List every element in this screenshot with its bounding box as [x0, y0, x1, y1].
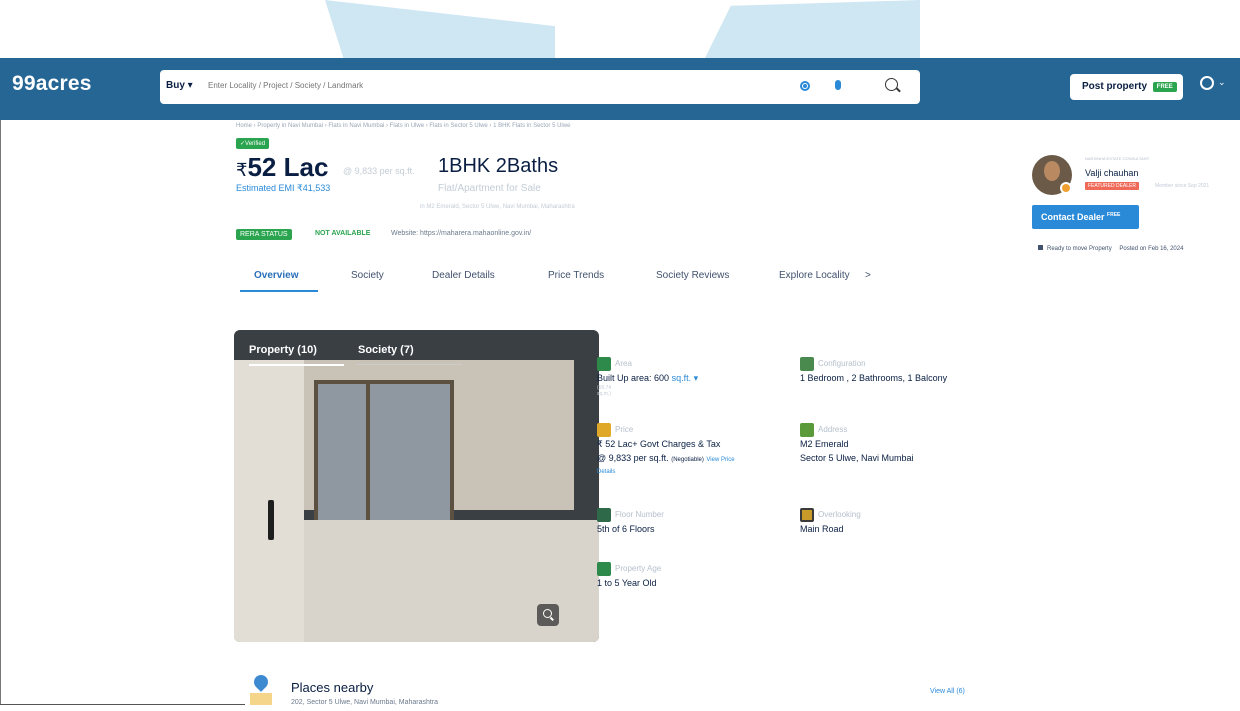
tab-society[interactable]: Society	[351, 270, 384, 281]
address-line-2: Sector 5 Ulwe, Navi Mumbai	[800, 453, 914, 463]
microphone-icon[interactable]	[835, 80, 841, 90]
configuration-value: 1 Bedroom , 2 Bathrooms, 1 Balcony	[800, 373, 948, 383]
places-nearby-address: 202, Sector 5 Ulwe, Navi Mumbai, Maharas…	[291, 699, 439, 706]
posted-date: Posted on Feb 16, 2024	[1119, 246, 1184, 252]
contact-dealer-button[interactable]: Contact Dealer FREE	[1032, 205, 1139, 229]
stairs-icon	[597, 508, 611, 522]
price-tag-icon	[597, 423, 611, 437]
tabs-next-arrow[interactable]: >	[865, 270, 871, 281]
signpost-icon	[800, 423, 814, 437]
zoom-icon[interactable]	[537, 604, 559, 626]
verified-badge: ✓Verified	[236, 138, 270, 149]
overlooking-label: Overlooking	[818, 510, 861, 519]
tab-explore-locality[interactable]: Explore Locality	[779, 270, 850, 281]
price-rate: @ 9,833 per sq.ft. (Negotiable) View Pri…	[597, 453, 735, 463]
room-door	[234, 360, 304, 642]
gallery-tab-society[interactable]: Society (7)	[358, 344, 414, 356]
tab-dealer-details[interactable]: Dealer Details	[432, 270, 495, 281]
property-status-row: Ready to move Property Posted on Feb 16,…	[1038, 245, 1183, 252]
breadcrumb[interactable]: Home › Property in Navi Mumbai › Flats i…	[236, 123, 570, 129]
address-line-1: M2 Emerald	[800, 439, 849, 449]
search-bar: Buy ▾	[160, 70, 920, 104]
location-icon[interactable]	[800, 81, 810, 91]
property-type: Flat/Apartment for Sale	[438, 183, 541, 194]
rera-status-value: NOT AVAILABLE	[315, 230, 371, 237]
user-icon[interactable]	[1200, 76, 1214, 90]
floor-label: Floor Number	[615, 510, 664, 519]
dealer-member-since: Member since Sep 2021	[1155, 183, 1210, 189]
post-property-label: Post property	[1082, 81, 1148, 92]
contact-dealer-label: Contact Dealer	[1041, 212, 1105, 222]
property-age-label: Property Age	[615, 564, 662, 573]
door-handle	[268, 500, 274, 540]
places-nearby-title: Places nearby	[291, 680, 374, 695]
ready-to-move: Ready to move Property	[1047, 246, 1112, 252]
free-badge: FREE	[1152, 82, 1177, 92]
area-sub: (55.74 sq.m.)	[597, 385, 612, 397]
currency-symbol: ₹	[236, 160, 248, 180]
map-pin-icon	[250, 675, 272, 705]
contact-free-badge: FREE	[1107, 212, 1121, 218]
price-detail-value: ₹ 52 Lac+ Govt Charges & Tax	[597, 439, 721, 449]
tab-society-reviews[interactable]: Society Reviews	[656, 270, 729, 281]
view-price-details-link-2[interactable]: Details	[597, 469, 615, 475]
featured-dealer-badge: FEATURED DEALER	[1085, 182, 1139, 190]
floor-value: 5th of 6 Floors	[597, 524, 655, 534]
header-decoration-right	[705, 0, 920, 58]
emi-link[interactable]: Estimated EMI ₹41,533	[236, 183, 330, 194]
listing-config: 1BHK 2Baths	[438, 155, 559, 177]
gallery-active-underline	[249, 364, 344, 366]
dealer-name[interactable]: Valji chauhan	[1085, 168, 1138, 178]
listing-price: ₹52 Lac	[236, 152, 328, 183]
area-icon	[597, 357, 611, 371]
address-label: Address	[818, 425, 848, 434]
gallery-tab-divider	[356, 364, 462, 365]
buy-dropdown[interactable]: Buy ▾	[166, 80, 193, 91]
area-unit-dropdown[interactable]: sq.ft. ▾	[672, 373, 699, 383]
chevron-down-icon[interactable]: ⌄	[1218, 77, 1226, 88]
rera-website: Website: https://maharera.mahaonline.gov…	[391, 230, 532, 237]
header-decoration-left	[325, 0, 555, 58]
rera-status-badge[interactable]: RERA STATUS	[236, 229, 292, 240]
tab-price-trends[interactable]: Price Trends	[548, 270, 604, 281]
page-bottom-border	[0, 704, 245, 705]
page-left-border	[0, 120, 1, 705]
price-value: 52 Lac	[247, 152, 329, 182]
overlooking-value: Main Road	[800, 524, 844, 534]
calendar-icon	[597, 562, 611, 576]
area-label: Area	[615, 359, 632, 368]
search-input[interactable]	[208, 81, 728, 90]
tab-overview[interactable]: Overview	[254, 270, 298, 281]
property-age-value: 1 to 5 Year Old	[597, 578, 657, 588]
view-all-link[interactable]: View All (6)	[930, 688, 965, 695]
view-price-details-link[interactable]: View Price	[706, 457, 734, 463]
listing-address: in M2 Emerald, Sector 5 Ulwe, Navi Mumba…	[420, 204, 575, 210]
dealer-role: NARSINHA ESTATE CONSULTANT	[1085, 156, 1150, 161]
home-icon	[1038, 245, 1043, 250]
award-icon	[1060, 182, 1072, 194]
post-property-button[interactable]: Post property FREE	[1070, 74, 1183, 100]
price-label: Price	[615, 425, 634, 434]
price-per-sqft: @ 9,833 per sq.ft.	[343, 166, 415, 176]
building-icon	[800, 357, 814, 371]
window-icon	[800, 508, 814, 522]
room-window	[314, 380, 454, 530]
area-value: Built Up area: 600 sq.ft. ▾	[597, 373, 699, 383]
configuration-label: Configuration	[818, 359, 866, 368]
site-logo[interactable]: 99acres	[12, 72, 92, 96]
active-tab-indicator	[240, 290, 318, 292]
photo-gallery[interactable]: Property (10) Society (7)	[234, 330, 599, 642]
negotiable-note: (Negotiable)	[671, 457, 704, 463]
top-header: 99acres Buy ▾ Post property FREE ⌄	[0, 58, 1240, 120]
search-icon[interactable]	[885, 78, 898, 91]
gallery-tab-property[interactable]: Property (10)	[249, 344, 317, 356]
